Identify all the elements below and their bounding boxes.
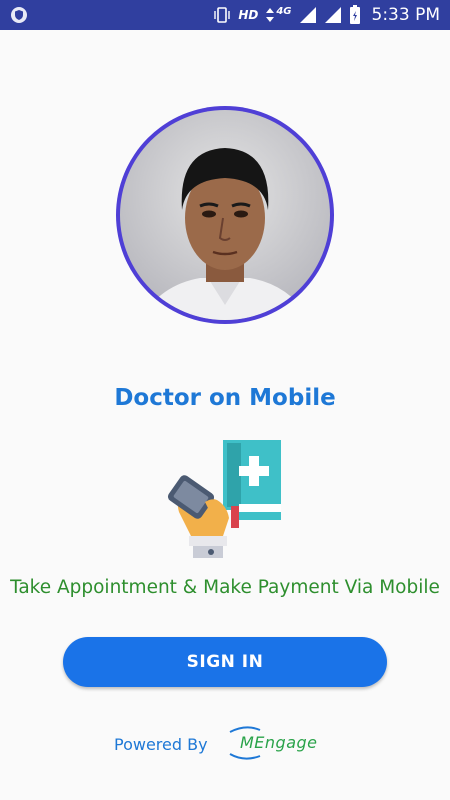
doctor-avatar xyxy=(116,106,334,324)
logo-text: MEngage xyxy=(240,733,318,752)
app-shield-icon xyxy=(11,7,27,23)
mobile-doctor-illustration xyxy=(167,440,281,558)
signal-icon xyxy=(299,7,316,23)
data-arrows-icon xyxy=(266,8,275,22)
data-type-label: 4G xyxy=(276,5,292,17)
battery-icon xyxy=(349,5,360,24)
signal-icon-2 xyxy=(324,7,341,23)
app-title: Doctor on Mobile xyxy=(114,385,336,411)
powered-by-label: Powered By xyxy=(114,735,208,754)
sign-in-button[interactable]: SIGN IN xyxy=(63,637,387,687)
tagline: Take Appointment & Make Payment Via Mobi… xyxy=(10,577,440,598)
clock: 5:33 PM xyxy=(371,5,441,25)
doctor-photo xyxy=(120,110,330,320)
vibrate-icon xyxy=(214,7,231,23)
network-type-label: HD xyxy=(238,8,259,22)
mengage-logo[interactable]: MEngage xyxy=(226,722,318,766)
status-bar: HD 4G 5:33 PM xyxy=(0,0,450,30)
